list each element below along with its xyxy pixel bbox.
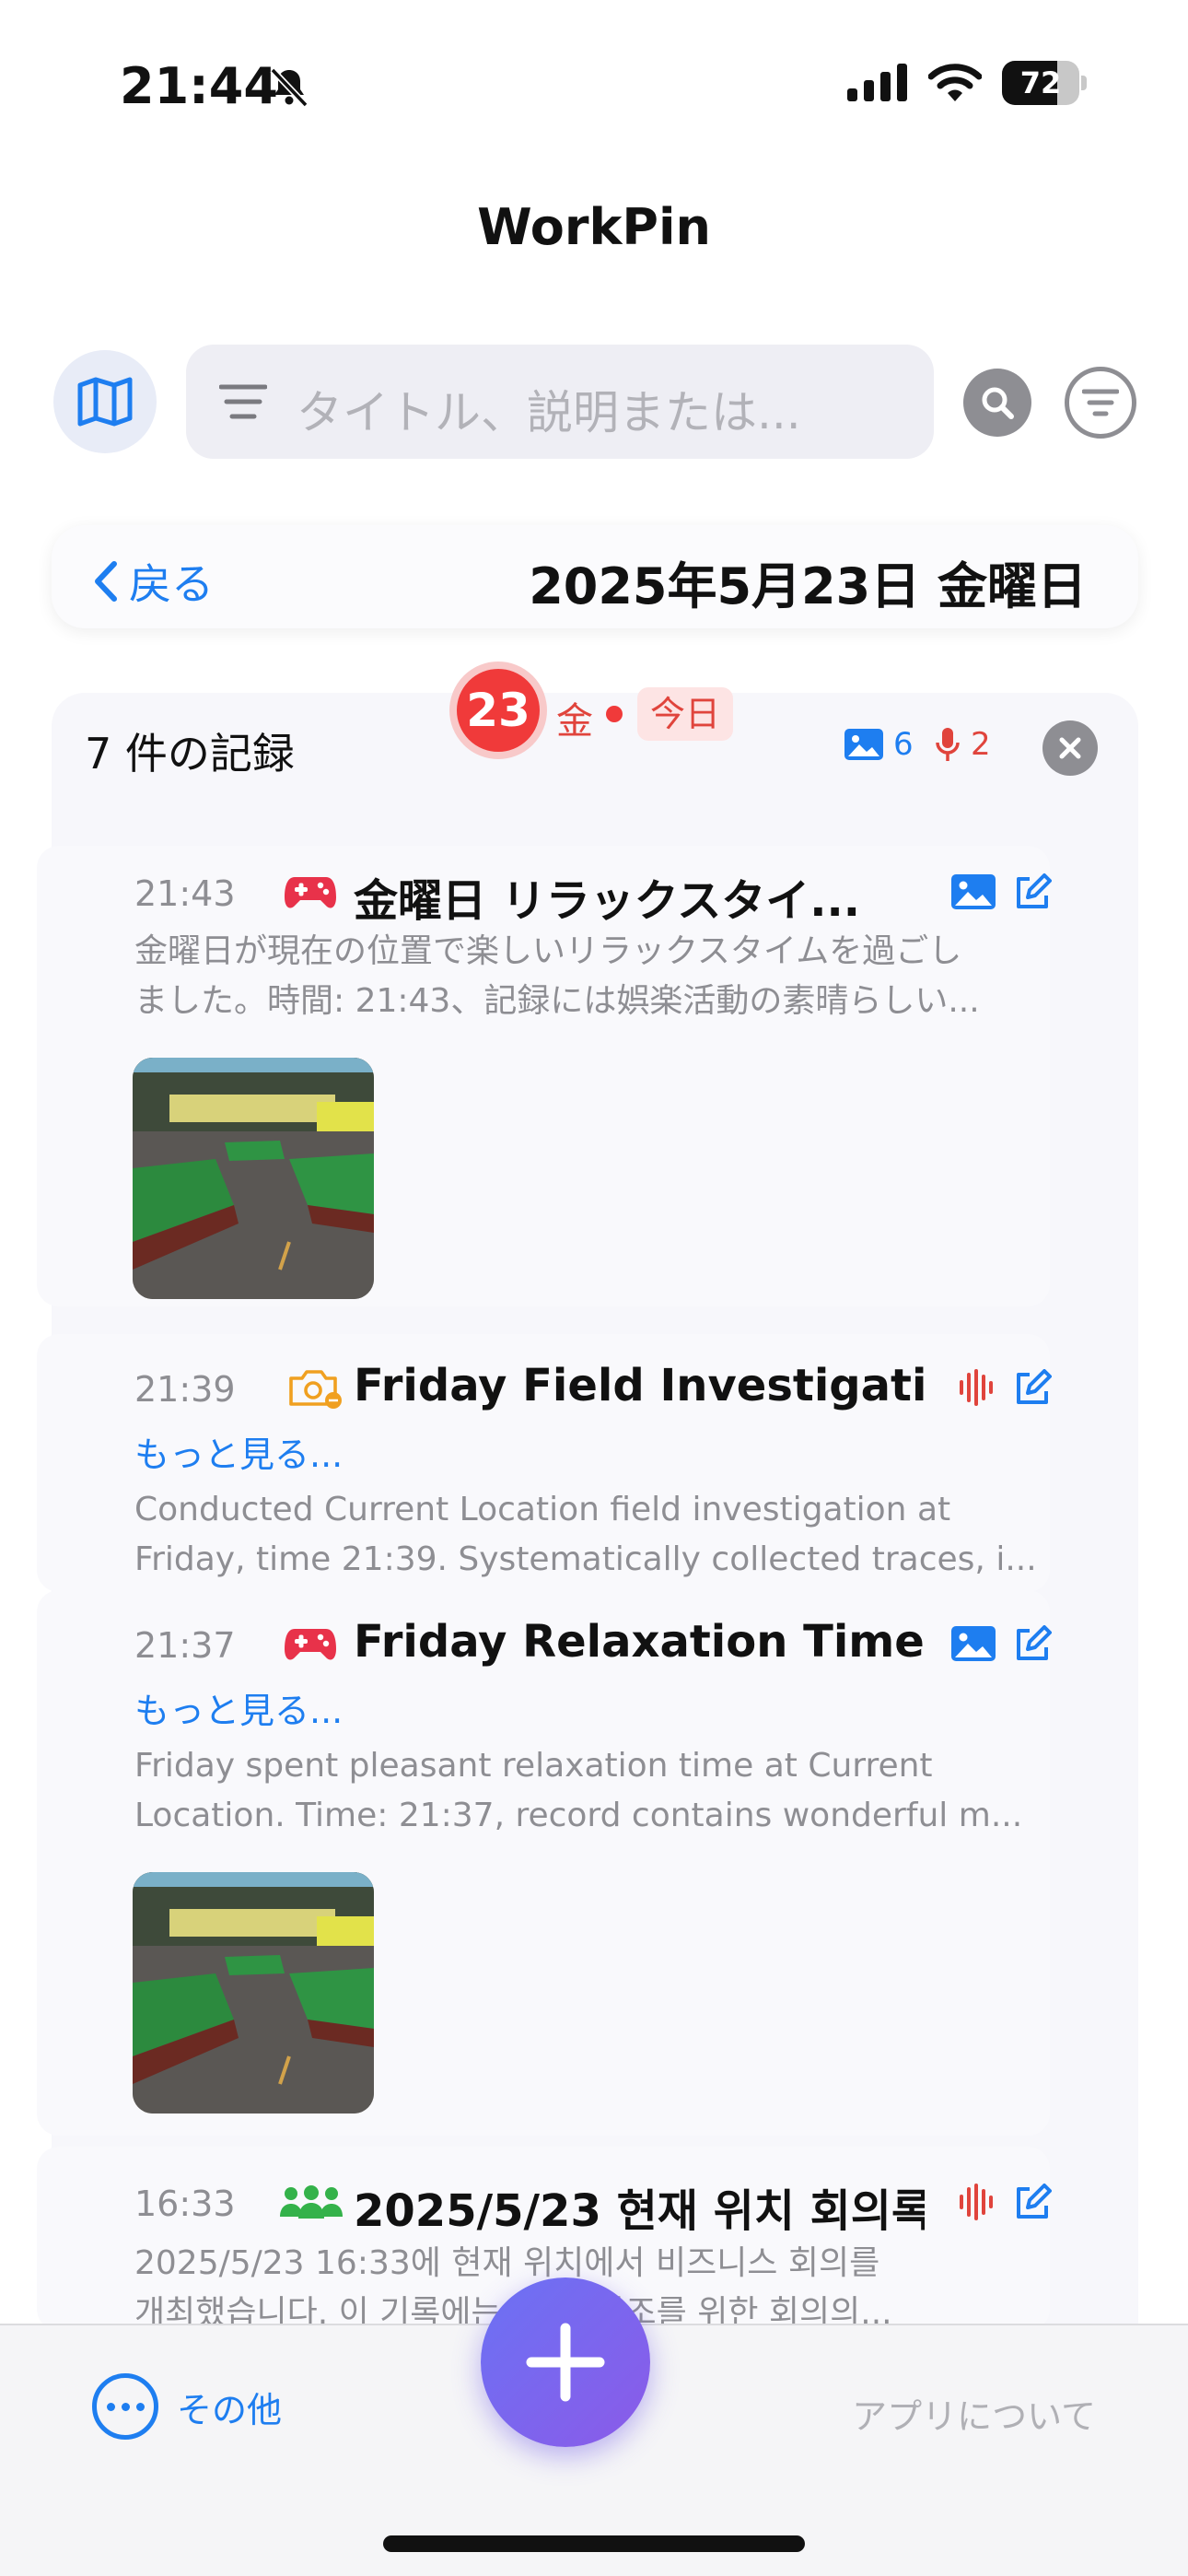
date-title: 2025年5月23日 金曜日: [529, 557, 1087, 615]
record-title: 金曜日 リラックスタイ...: [354, 875, 860, 927]
app-title: WorkPin: [477, 198, 711, 256]
record-photo[interactable]: [133, 1872, 374, 2113]
edit-icon[interactable]: [1013, 873, 1052, 912]
cellular-signal-icon: [847, 64, 907, 101]
bell-slash-icon: [270, 67, 309, 108]
about-app-button[interactable]: アプリについて: [852, 2388, 1096, 2439]
record-photo[interactable]: [133, 1058, 374, 1299]
battery-icon: 72: [1002, 61, 1087, 105]
ellipsis-icon: [92, 2373, 158, 2440]
more-button[interactable]: その他: [92, 2373, 282, 2440]
image-icon: [844, 729, 883, 760]
record-time: 21:39: [134, 1369, 236, 1410]
record-time: 16:33: [134, 2184, 236, 2224]
map-icon: [77, 377, 133, 427]
filter-button[interactable]: [1065, 367, 1136, 439]
record-time: 21:37: [134, 1625, 236, 1666]
menu-lines-icon: [219, 384, 267, 419]
image-count: 6: [844, 726, 914, 763]
records-count: 7 件の記録: [85, 729, 295, 779]
image-icon[interactable]: [950, 1625, 996, 1662]
battery-percent: 72: [1019, 65, 1062, 100]
gamepad-icon: [285, 877, 336, 908]
record-description: 金曜日が現在の位置で楽しいリラックスタイムを過ごし ました。時間: 21:43、…: [134, 932, 980, 1020]
audio-count: 2: [934, 726, 991, 763]
more-label: その他: [177, 2389, 283, 2430]
close-icon: [1059, 737, 1081, 759]
status-bar: 21:44 72: [0, 0, 1188, 175]
billiards-photo: [133, 1872, 374, 2113]
camera-icon: [289, 1370, 342, 1409]
back-label: 戻る: [129, 559, 214, 609]
day-weekday: 金: [556, 700, 593, 743]
record-title: Friday Relaxation Time...: [354, 1616, 925, 1668]
day-badge: 23: [449, 662, 547, 759]
image-icon[interactable]: [950, 873, 996, 910]
wifi-icon: [928, 64, 982, 101]
day-dot: [606, 706, 623, 722]
gamepad-icon: [285, 1629, 336, 1660]
status-time: 21:44: [120, 57, 278, 115]
people-icon: [280, 2185, 343, 2219]
edit-icon[interactable]: [1013, 1369, 1052, 1408]
record-time: 21:43: [134, 873, 236, 914]
plus-icon: [526, 2323, 605, 2402]
back-button[interactable]: 戻る: [92, 551, 214, 612]
today-badge: 今日: [637, 687, 734, 741]
add-record-button[interactable]: [481, 2277, 650, 2447]
close-button[interactable]: [1042, 720, 1098, 776]
edit-icon[interactable]: [1013, 1625, 1052, 1664]
search-icon: [982, 387, 1014, 419]
map-button[interactable]: [53, 350, 157, 453]
show-more-link[interactable]: もっと見る...: [134, 1682, 343, 1733]
audio-wave-icon[interactable]: [958, 2184, 995, 2220]
audio-wave-icon[interactable]: [958, 1369, 995, 1406]
record-description: Conducted Current Location field investi…: [134, 1491, 1037, 1578]
date-header: 戻る 2025年5月23日 金曜日: [52, 525, 1138, 628]
filter-icon: [1082, 389, 1119, 416]
record-description: Friday spent pleasant relaxation time at…: [134, 1747, 1023, 1834]
microphone-icon: [936, 728, 960, 761]
search-input[interactable]: タイトル、説明または...: [186, 345, 934, 459]
show-more-link[interactable]: もっと見る...: [134, 1426, 343, 1477]
edit-icon[interactable]: [1013, 2184, 1052, 2222]
billiards-photo: [133, 1058, 374, 1299]
chevron-left-icon: [95, 561, 117, 602]
search-placeholder: タイトル、説明または...: [297, 386, 801, 439]
record-title: 2025/5/23 현재 위치 회의록: [354, 2185, 925, 2237]
search-button[interactable]: [963, 369, 1031, 437]
home-indicator[interactable]: [383, 2535, 805, 2552]
record-title: Friday Field Investigatio...: [354, 1360, 925, 1411]
